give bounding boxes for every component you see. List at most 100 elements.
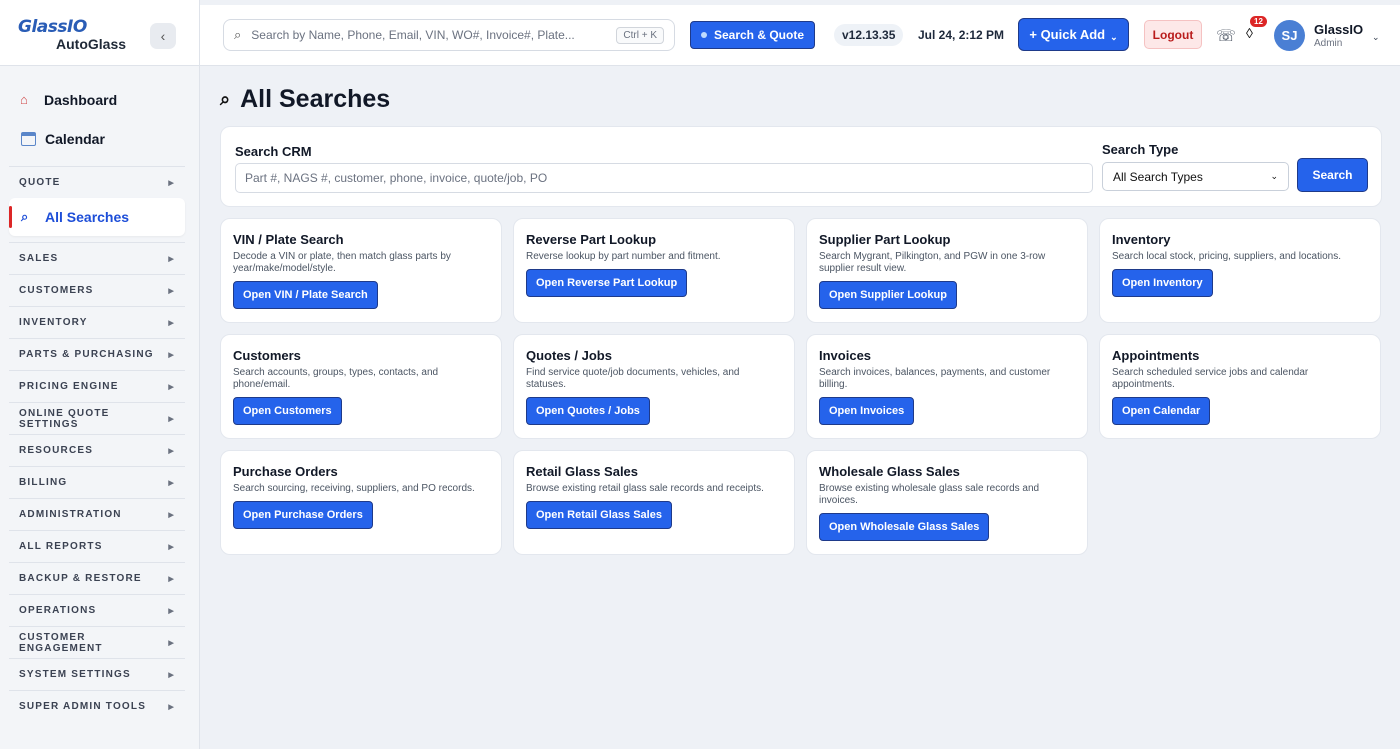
home-icon: ⌂ [20,92,28,107]
sidebar-item-dashboard[interactable]: ⌂ Dashboard [0,80,199,119]
search-quote-label: Search & Quote [713,28,805,42]
global-search-input[interactable] [251,28,617,42]
shortcut-hint: Ctrl + K [616,26,664,44]
search-card-description: Decode a VIN or plate, then match glass … [233,251,451,274]
search-card-open-button[interactable]: Open Calendar [1112,397,1211,425]
brand-header: GlassIO AutoGlass ‹ [0,0,199,66]
sidebar-section-operations[interactable]: OPERATIONS ▶ [9,594,185,626]
caret-right-icon: ▶ [168,415,175,423]
search-card-title: Customers [233,348,301,363]
search-button[interactable]: Search [1297,158,1368,192]
search-card-title: Wholesale Glass Sales [819,464,960,479]
sidebar-section-billing[interactable]: BILLING ▶ [9,466,185,498]
sidebar-item-label: All Searches [45,209,130,225]
search-card: Quotes / Jobs Find service quote/job docu… [513,334,795,439]
current-datetime: Jul 24, 2:12 PM [918,28,1005,42]
sidebar-section-customer-engagement[interactable]: CUSTOMER ENGAGEMENT ▶ [9,626,185,658]
search-card-title: Appointments [1112,348,1200,363]
quick-add-button[interactable]: + Quick Add ⌄ [1018,18,1129,51]
sidebar-section-label: BILLING [19,477,68,488]
sidebar-item-calendar[interactable]: Calendar [0,119,199,158]
notifications-button[interactable]: ◊ 12 [1246,16,1267,45]
chevron-down-icon: ⌄ [1270,171,1278,181]
search-card: Retail Glass Sales Browse existing retail… [513,450,795,555]
search-crm-input[interactable] [235,163,1093,193]
caret-right-icon: ▶ [168,479,175,487]
search-card-open-button[interactable]: Open Supplier Lookup [819,281,957,309]
search-quote-button[interactable]: Search & Quote [690,21,815,49]
search-card-open-button[interactable]: Open VIN / Plate Search [233,281,378,309]
search-card-open-button[interactable]: Open Retail Glass Sales [526,501,672,529]
search-card: Purchase Orders Search sourcing, receivin… [220,450,502,555]
sidebar-section-quote[interactable]: QUOTE ▶ [9,166,185,198]
search-card-open-button[interactable]: Open Reverse Part Lookup [526,269,688,297]
sidebar-section-administration[interactable]: ADMINISTRATION ▶ [9,498,185,530]
caret-right-icon: ▶ [168,319,175,327]
search-type-selected: All Search Types [1113,169,1203,184]
sidebar-section-label: SYSTEM SETTINGS [19,669,131,680]
search-card-title: Supplier Part Lookup [819,232,951,247]
caret-right-icon: ▶ [168,671,175,679]
page-title-text: All Searches [240,85,391,113]
search-card-open-button[interactable]: Open Customers [233,397,342,425]
calendar-icon [21,131,36,146]
sidebar-section-all-reports[interactable]: ALL REPORTS ▶ [9,530,185,562]
search-cards-grid: VIN / Plate Search Decode a VIN or plate,… [220,218,1383,555]
sidebar-section-label: SALES [19,253,59,264]
brand-logo-line1: GlassIO [18,17,87,37]
sidebar-section-label: BACKUP & RESTORE [19,573,142,584]
phone-icon[interactable]: ☏ [1216,26,1236,46]
search-card-open-button[interactable]: Open Quotes / Jobs [526,397,650,425]
caret-right-icon: ▶ [168,511,175,519]
sidebar-item-label: Calendar [45,130,105,147]
sidebar: GlassIO AutoGlass ‹ ⌂ Dashboard Calendar… [0,0,200,749]
sidebar-section-parts-purchasing[interactable]: PARTS & PURCHASING ▶ [9,338,185,370]
sidebar-section-label: SUPER ADMIN TOOLS [19,701,147,712]
chevron-down-icon[interactable]: ⌄ [1372,32,1380,43]
search-card-description: Search Mygrant, Pilkington, and PGW in o… [819,251,1046,274]
search-card-open-button[interactable]: Open Invoices [819,397,915,425]
caret-right-icon: ▶ [168,543,175,551]
caret-right-icon: ▶ [168,383,175,391]
search-card-open-button[interactable]: Open Purchase Orders [233,501,373,529]
sidebar-section-backup-restore[interactable]: BACKUP & RESTORE ▶ [9,562,185,594]
caret-right-icon: ▶ [168,607,175,615]
search-card: Inventory Search local stock, pricing, su… [1099,218,1381,323]
sidebar-section-online-quote-settings[interactable]: ONLINE QUOTE SETTINGS ▶ [9,402,185,434]
logout-button[interactable]: Logout [1144,20,1202,49]
quick-add-label: + Quick Add [1029,27,1106,42]
caret-right-icon: ▶ [168,255,175,263]
sidebar-item-all-searches[interactable]: ⌕ All Searches [9,198,185,236]
sidebar-collapse-button[interactable]: ‹ [150,23,176,49]
search-type-select[interactable]: All Search Types ⌄ [1102,162,1289,191]
search-card-description: Search scheduled service jobs and calend… [1112,367,1309,390]
brand-logo[interactable]: GlassIO AutoGlass [18,18,138,52]
sidebar-section-pricing-engine[interactable]: PRICING ENGINE ▶ [9,370,185,402]
caret-right-icon: ▶ [168,703,175,711]
sidebar-section-label: OPERATIONS [19,605,97,616]
search-crm-label: Search CRM [235,144,312,159]
sidebar-section-label: INVENTORY [19,317,88,328]
caret-right-icon: ▶ [168,575,175,583]
sidebar-section-customers[interactable]: CUSTOMERS ▶ [9,274,185,306]
search-card-open-button[interactable]: Open Inventory [1112,269,1213,297]
sidebar-section-resources[interactable]: RESOURCES ▶ [9,434,185,466]
sidebar-section-label: CUSTOMERS [19,285,94,296]
avatar[interactable]: SJ [1274,20,1305,51]
sidebar-section-label: ALL REPORTS [19,541,103,552]
sidebar-section-system-settings[interactable]: SYSTEM SETTINGS ▶ [9,658,185,690]
search-card-description: Search accounts, groups, types, contacts… [233,367,439,390]
global-search: ⌕ Ctrl + K [223,19,675,51]
search-card: Appointments Search scheduled service job… [1099,334,1381,439]
sidebar-section-label: ADMINISTRATION [19,509,122,520]
sidebar-section-inventory[interactable]: INVENTORY ▶ [9,306,185,338]
sidebar-section-sales[interactable]: SALES ▶ [9,242,185,274]
search-card-open-button[interactable]: Open Wholesale Glass Sales [819,513,990,541]
search-card: Reverse Part Lookup Reverse lookup by par… [513,218,795,323]
notification-count-badge: 12 [1250,16,1267,27]
user-name[interactable]: GlassIO [1314,22,1363,37]
search-card-description: Search invoices, balances, payments, and… [819,367,1051,390]
search-card-title: Inventory [1112,232,1171,247]
search-type-label: Search Type [1102,142,1179,157]
sidebar-section-super-admin-tools[interactable]: SUPER ADMIN TOOLS ▶ [9,690,185,722]
